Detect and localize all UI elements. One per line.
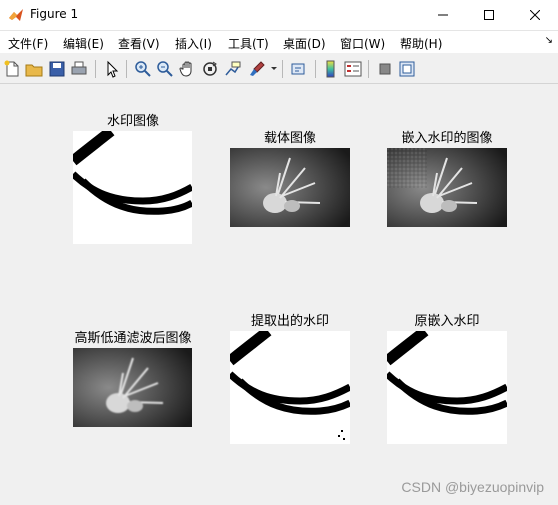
title-bar: Figure 1 bbox=[0, 0, 558, 31]
save-icon[interactable] bbox=[47, 59, 67, 79]
new-figure-icon[interactable] bbox=[2, 59, 22, 79]
show-plot-tools-icon[interactable] bbox=[397, 59, 417, 79]
toolbar-separator bbox=[95, 60, 96, 78]
brush-icon[interactable] bbox=[247, 59, 267, 79]
menu-file[interactable]: 文件(F) bbox=[8, 35, 48, 52]
matlab-icon bbox=[9, 9, 23, 21]
menu-view[interactable]: 查看(V) bbox=[118, 35, 160, 52]
hide-plot-tools-icon[interactable] bbox=[375, 59, 395, 79]
window-title: Figure 1 bbox=[30, 7, 79, 21]
pan-hand-icon[interactable] bbox=[178, 59, 198, 79]
close-icon bbox=[530, 10, 540, 20]
subplot-title-watermark: 水印图像 bbox=[106, 114, 160, 129]
toolbar-separator bbox=[126, 60, 127, 78]
open-file-icon[interactable] bbox=[24, 59, 44, 79]
embedded-image bbox=[387, 148, 507, 227]
subplot-title-carrier: 载体图像 bbox=[263, 131, 317, 146]
toolbar-separator bbox=[282, 60, 283, 78]
menu-desktop[interactable]: 桌面(D) bbox=[283, 35, 326, 52]
close-button[interactable] bbox=[512, 0, 558, 30]
select-arrow-icon[interactable] bbox=[102, 59, 122, 79]
subplot-title-embedded: 嵌入水印的图像 bbox=[401, 131, 493, 146]
toolbar-separator bbox=[315, 60, 316, 78]
brush-dropdown-icon[interactable] bbox=[268, 59, 288, 79]
watermark-image bbox=[73, 131, 192, 244]
subplot-title-extracted: 提取出的水印 bbox=[250, 314, 330, 329]
csdn-credit: CSDN @biyezuopinvip bbox=[401, 479, 544, 495]
filtered-image bbox=[73, 348, 192, 427]
subplot-title-original-watermark: 原嵌入水印 bbox=[414, 314, 480, 329]
extracted-watermark-image bbox=[230, 331, 350, 444]
data-cursor-icon[interactable] bbox=[223, 59, 243, 79]
maximize-button[interactable] bbox=[466, 0, 512, 30]
zoom-out-icon[interactable] bbox=[155, 59, 175, 79]
minimize-icon bbox=[438, 14, 448, 16]
toolbar-separator bbox=[368, 60, 369, 78]
menu-edit[interactable]: 编辑(E) bbox=[63, 35, 104, 52]
rotate-3d-icon[interactable] bbox=[200, 59, 220, 79]
menu-insert[interactable]: 插入(I) bbox=[175, 35, 212, 52]
figure-canvas: 水印图像 载体图像 嵌入水印的图像 高斯低通滤波后图像 提取出的水印 原嵌入水印… bbox=[0, 84, 558, 505]
original-watermark-image bbox=[387, 331, 507, 444]
menu-tools[interactable]: 工具(T) bbox=[228, 35, 269, 52]
menu-overflow-icon[interactable]: ↘ bbox=[545, 35, 553, 46]
minimize-button[interactable] bbox=[420, 0, 466, 30]
subplot-title-filtered: 高斯低通滤波后图像 bbox=[74, 331, 192, 346]
colorbar-icon[interactable] bbox=[321, 59, 341, 79]
legend-icon[interactable] bbox=[343, 59, 363, 79]
toolbar bbox=[0, 55, 558, 84]
maximize-icon bbox=[484, 10, 494, 20]
menu-help[interactable]: 帮助(H) bbox=[400, 35, 442, 52]
link-plot-icon[interactable] bbox=[289, 59, 309, 79]
menu-window[interactable]: 窗口(W) bbox=[340, 35, 385, 52]
menu-bar: 文件(F) 编辑(E) 查看(V) 插入(I) 工具(T) 桌面(D) 窗口(W… bbox=[0, 31, 558, 53]
carrier-image bbox=[230, 148, 350, 227]
print-icon[interactable] bbox=[69, 59, 89, 79]
zoom-in-icon[interactable] bbox=[133, 59, 153, 79]
